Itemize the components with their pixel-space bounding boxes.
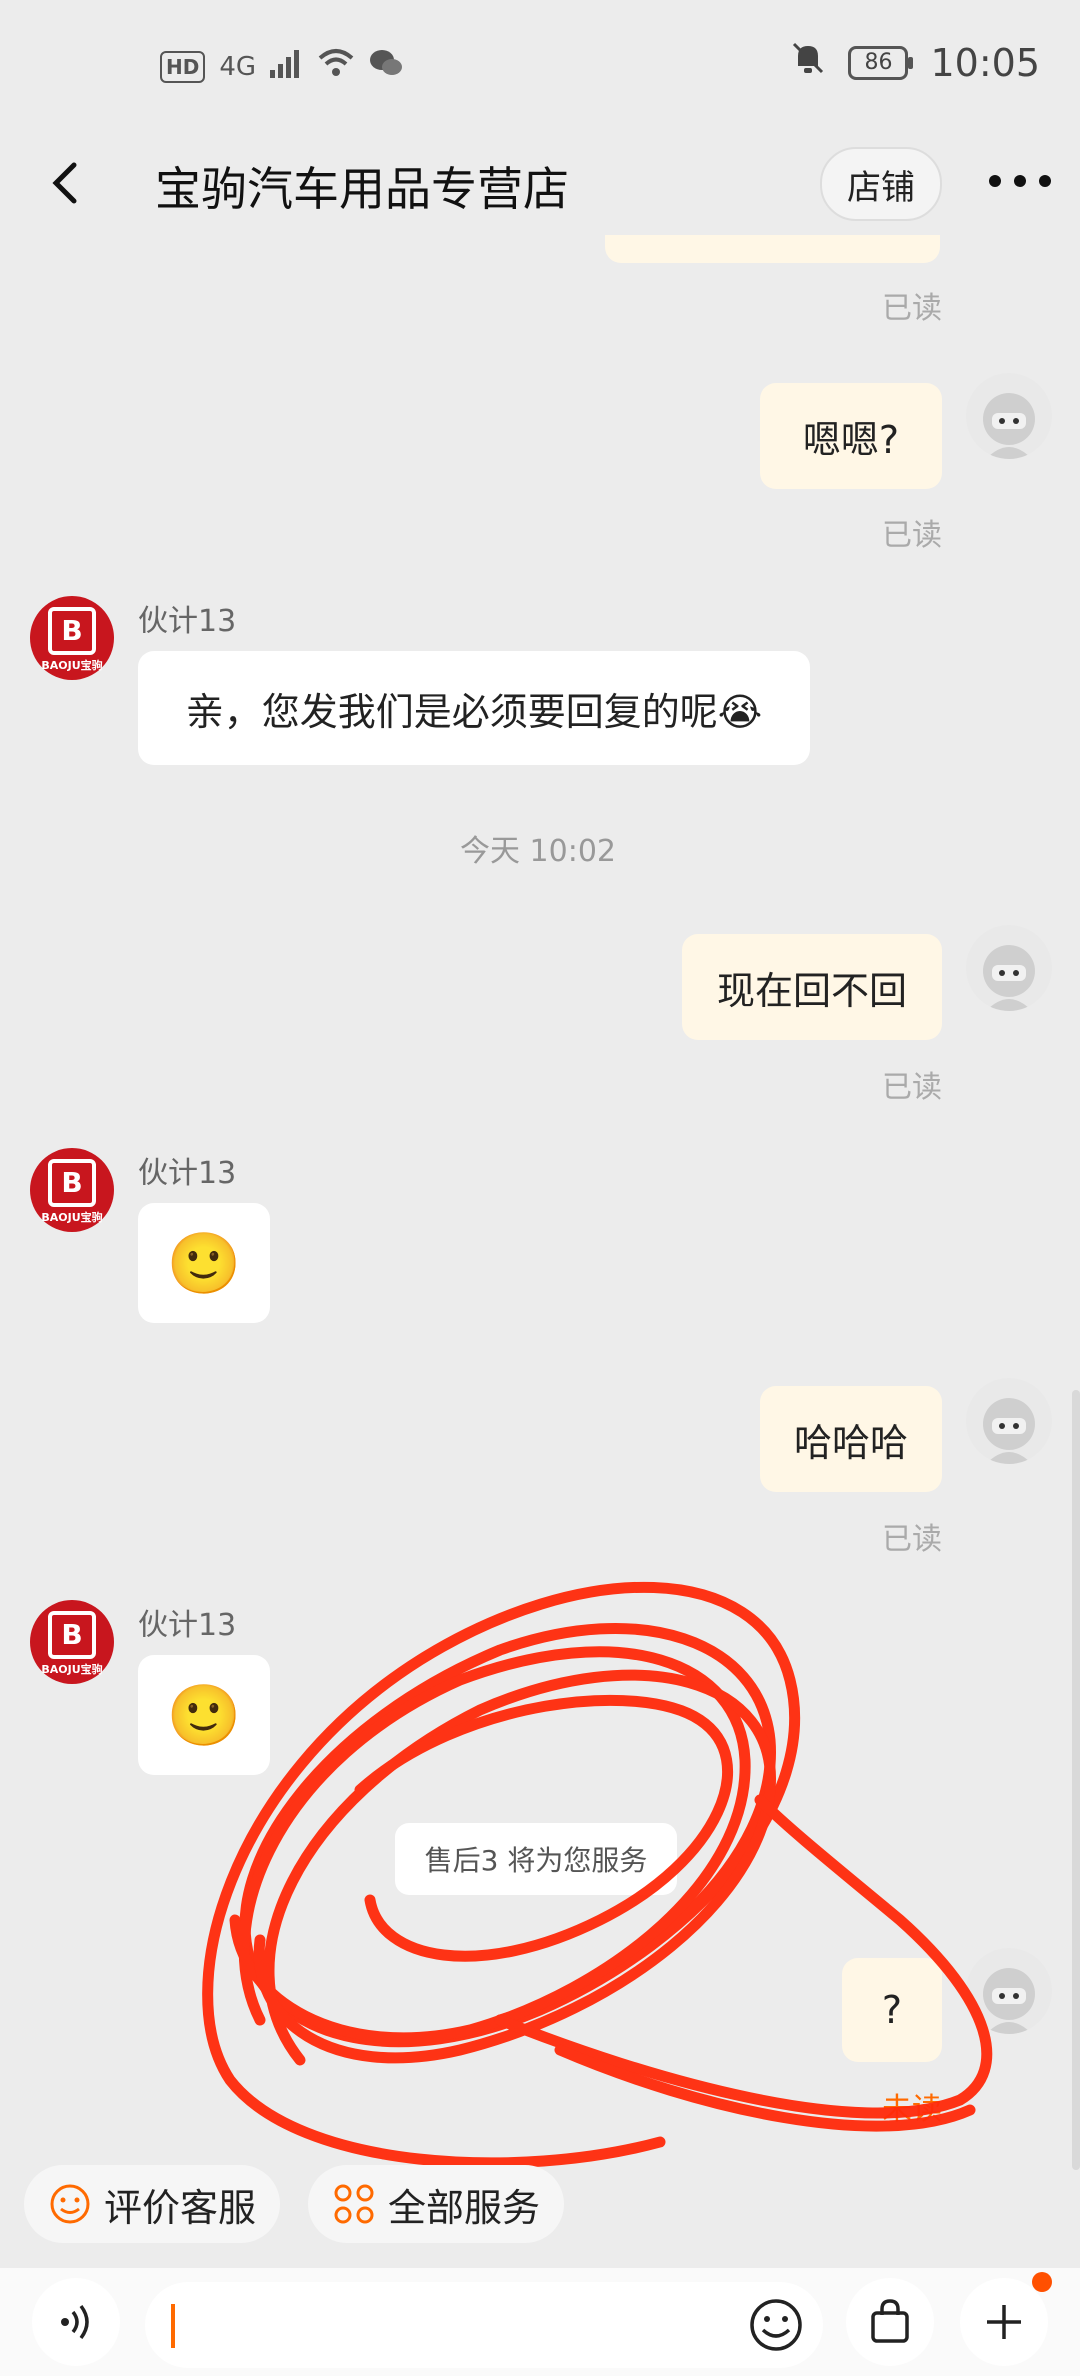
back-arrow-icon: [52, 162, 77, 204]
shop-logo: B: [48, 1159, 96, 1207]
shop-avatar-text: BAOJU宝驹: [41, 1211, 103, 1224]
shop-logo: B: [48, 1611, 96, 1659]
avatar-icon: [983, 1398, 1035, 1464]
shop-avatar-text: BAOJU宝驹: [41, 1663, 103, 1676]
timestamp: 今天 10:02: [460, 834, 616, 869]
shop-avatar-text: BAOJU宝驹: [41, 659, 103, 672]
hd-badge: HD: [160, 50, 206, 83]
shop-avatar[interactable]: B BAOJU宝驹: [30, 596, 114, 680]
battery-indicator: 86: [848, 45, 914, 80]
emoji-icon: [750, 2299, 802, 2351]
all-services-label: 全部服务: [388, 2185, 541, 2230]
network-type: 4G: [219, 51, 257, 82]
back-button[interactable]: [38, 153, 98, 213]
my-avatar[interactable]: [966, 1948, 1052, 2034]
previous-bubble-edge: [605, 235, 940, 263]
my-message-bubble[interactable]: 现在回不回: [682, 934, 942, 1040]
their-message-bubble[interactable]: 亲，您发我们是必须要回复的呢😭: [138, 651, 810, 765]
scrollbar[interactable]: [1072, 1390, 1080, 2170]
input-bar: [0, 2268, 1080, 2376]
read-status: 已读: [882, 291, 942, 326]
shop-logo: B: [48, 607, 96, 655]
rate-service-label: 评价客服: [104, 2185, 257, 2230]
read-status: 已读: [882, 518, 942, 553]
unread-status: 未读: [882, 2092, 942, 2127]
my-message-bubble[interactable]: 嗯嗯?: [760, 383, 942, 489]
read-status: 已读: [882, 1522, 942, 1557]
avatar-icon: [983, 393, 1035, 459]
more-dots-icon: [989, 175, 1051, 187]
clock: 10:05: [930, 40, 1040, 85]
my-avatar[interactable]: [966, 373, 1052, 459]
wifi-icon: [318, 48, 354, 85]
voice-icon: [61, 2304, 89, 2340]
sender-name: 伙计13: [138, 1608, 237, 1643]
emoji-button[interactable]: [747, 2296, 805, 2358]
shop-button[interactable]: 店铺: [820, 147, 942, 221]
system-notice: 售后3 将为您服务: [395, 1823, 677, 1895]
notification-dot: [1032, 2272, 1052, 2292]
plus-icon: [987, 2305, 1021, 2339]
chat-header: 宝驹汽车用品专营店 店铺: [0, 135, 1080, 235]
sender-name: 伙计13: [138, 1156, 237, 1191]
avatar-icon: [983, 1968, 1035, 2034]
shop-avatar[interactable]: B BAOJU宝驹: [30, 1600, 114, 1684]
my-message-bubble[interactable]: ?: [842, 1958, 942, 2062]
status-right: 86 10:05: [790, 40, 1040, 85]
all-services-button[interactable]: 全部服务: [308, 2165, 565, 2243]
status-left: HD 4G: [160, 48, 404, 85]
my-avatar[interactable]: [966, 1378, 1052, 1464]
bell-muted-icon: [790, 40, 826, 85]
wechat-icon: [368, 48, 404, 85]
my-message-bubble[interactable]: 哈哈哈: [760, 1386, 942, 1492]
voice-button[interactable]: [32, 2278, 120, 2366]
page-title: 宝驹汽车用品专营店: [155, 162, 569, 216]
their-emoji-bubble[interactable]: 🙂: [138, 1203, 270, 1323]
shopping-bag-button[interactable]: [846, 2278, 934, 2366]
their-emoji-bubble[interactable]: 🙂: [138, 1655, 270, 1775]
text-caret: [171, 2304, 175, 2348]
smile-icon: [50, 2184, 90, 2224]
shopping-bag-icon: [871, 2299, 909, 2343]
my-avatar[interactable]: [966, 925, 1052, 1011]
message-input[interactable]: [145, 2282, 823, 2368]
read-status: 已读: [882, 1070, 942, 1105]
more-menu-button[interactable]: [985, 155, 1055, 205]
services-grid-icon: [334, 2184, 374, 2224]
rate-service-button[interactable]: 评价客服: [24, 2165, 281, 2243]
avatar-icon: [983, 945, 1035, 1011]
shop-avatar[interactable]: B BAOJU宝驹: [30, 1148, 114, 1232]
signal-icon: [270, 48, 304, 85]
plus-button[interactable]: [960, 2272, 1052, 2366]
status-bar: HD 4G 86 10:05: [0, 0, 1080, 135]
sender-name: 伙计13: [138, 604, 237, 639]
